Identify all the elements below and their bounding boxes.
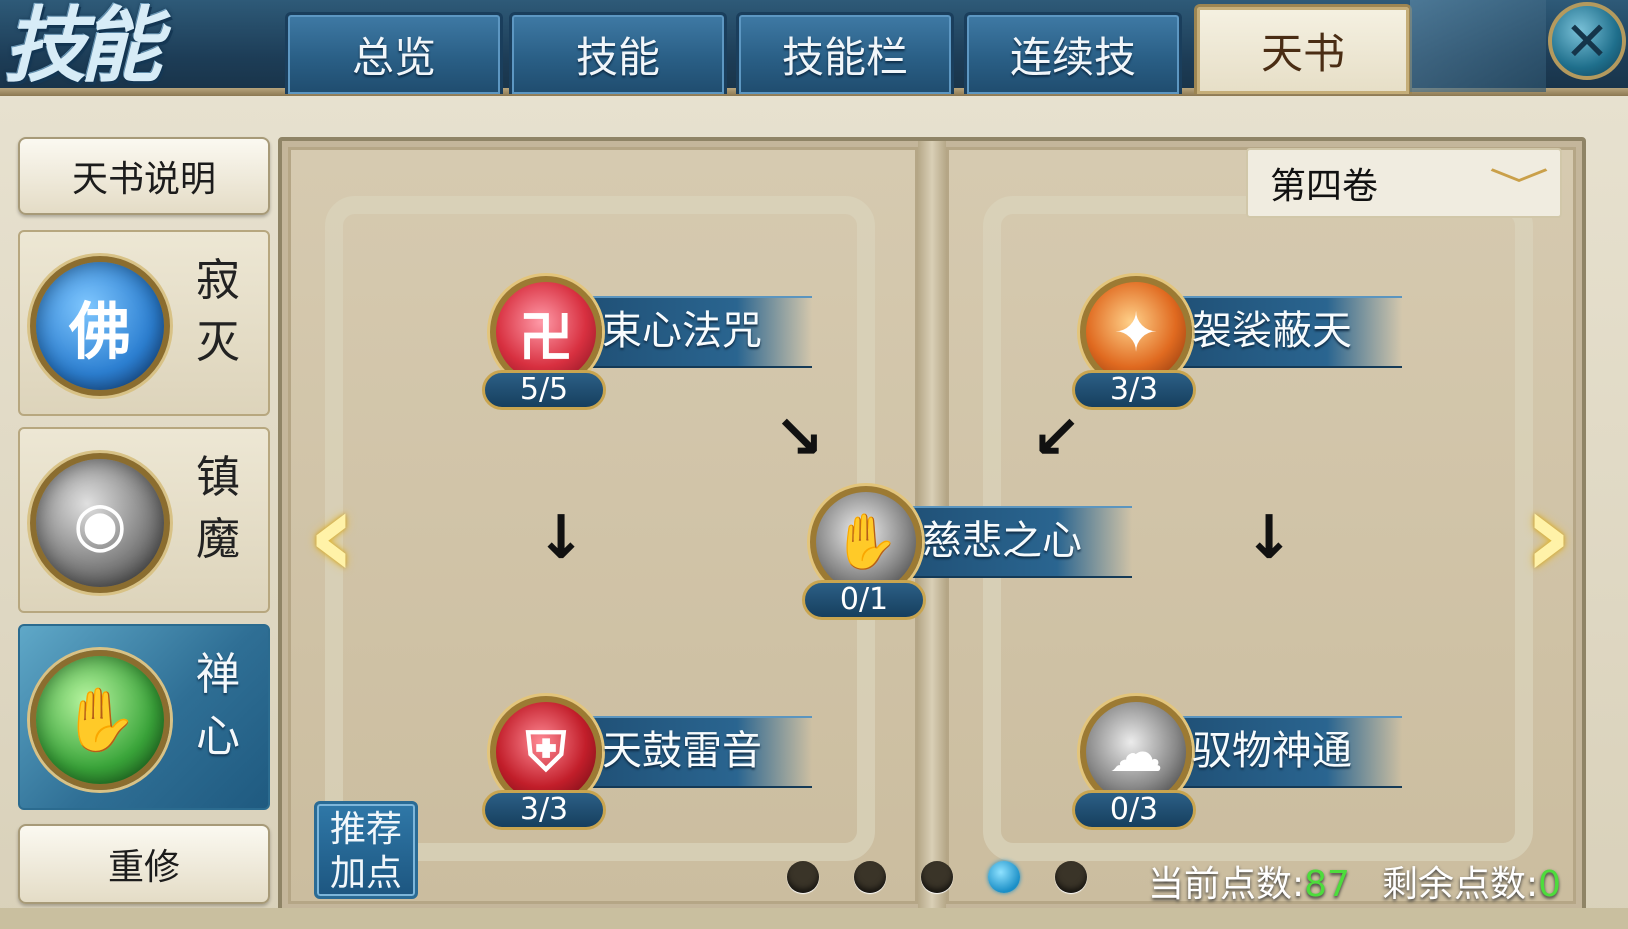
tab-combo[interactable]: 连续技 [964, 12, 1182, 94]
page-dot-1[interactable] [787, 861, 819, 893]
next-page-arrow-icon[interactable]: › [1504, 466, 1592, 605]
skill-name: 束心法咒 [602, 308, 762, 354]
skill-name: 慈悲之心 [922, 518, 1082, 564]
volume-label: 第四卷 [1270, 166, 1379, 207]
skill-node[interactable]: ⛨ 天鼓雷音 3/3 [470, 696, 830, 836]
recommend-points-button[interactable]: 推荐 加点 [314, 801, 418, 899]
skill-level-badge: 3/3 [482, 790, 606, 830]
sidebar-item-jimie[interactable]: 佛 寂灭 [18, 230, 270, 416]
page-dot-5[interactable] [1055, 861, 1087, 893]
close-icon[interactable]: ✕ [1548, 2, 1626, 80]
sidebar-item-label: 镇魔 [196, 452, 240, 565]
window-title: 技能 [4, 0, 162, 94]
sidebar-item-label: 寂灭 [196, 255, 240, 368]
tab-heavenly-book[interactable]: 天书 [1194, 4, 1412, 94]
volume-select[interactable]: 第四卷 ﹀ [1246, 148, 1562, 218]
tab-overview[interactable]: 总览 [285, 12, 503, 94]
remaining-points-value: 0 [1538, 864, 1561, 905]
skill-node[interactable]: ✦ 袈裟蔽天 3/3 [1060, 276, 1420, 416]
sidebar-item-zhenmo[interactable]: ◉ 镇魔 [18, 427, 270, 613]
page-dot-3[interactable] [921, 861, 953, 893]
zen-orb-icon: ✋ [30, 650, 170, 790]
book-info-button[interactable]: 天书说明 [18, 137, 270, 215]
sidebar-item-label: 禅心 [196, 649, 240, 762]
demon-orb-icon: ◉ [30, 453, 170, 593]
chevron-down-icon: ﹀ [1488, 164, 1550, 209]
current-points-label: 当前点数: [1148, 864, 1305, 905]
skill-level-badge: 0/1 [802, 580, 926, 620]
page-dot-2[interactable] [854, 861, 886, 893]
reset-button[interactable]: 重修 [18, 824, 270, 904]
points-readout: 当前点数:87 剩余点数:0 [1148, 855, 1561, 907]
skill-name: 袈裟蔽天 [1192, 308, 1352, 354]
skill-node[interactable]: 卍 束心法咒 5/5 [470, 276, 830, 416]
tab-skill-bar[interactable]: 技能栏 [736, 12, 954, 94]
skill-node[interactable]: ✋ 慈悲之心 0/1 [790, 486, 1150, 626]
page-dot-4[interactable] [988, 861, 1020, 893]
header-decoration [1410, 0, 1546, 92]
arrow-down-icon: ↓ [1244, 503, 1295, 573]
skill-node[interactable]: ☁ 驭物神通 0/3 [1060, 696, 1420, 836]
bottom-border [0, 908, 1628, 929]
skill-level-badge: 5/5 [482, 370, 606, 410]
prev-page-arrow-icon[interactable]: ‹ [288, 466, 376, 605]
skill-level-badge: 3/3 [1072, 370, 1196, 410]
buddha-orb-icon: 佛 [30, 256, 170, 396]
arrow-down-icon: ↓ [536, 503, 587, 573]
remaining-points-label: 剩余点数: [1381, 864, 1539, 905]
skill-level-badge: 0/3 [1072, 790, 1196, 830]
skill-name: 天鼓雷音 [602, 728, 762, 774]
skill-name: 驭物神通 [1192, 728, 1352, 774]
tab-skills[interactable]: 技能 [509, 12, 727, 94]
sidebar-item-chanxin[interactable]: ✋ 禅心 [18, 624, 270, 810]
current-points-value: 87 [1304, 864, 1350, 905]
